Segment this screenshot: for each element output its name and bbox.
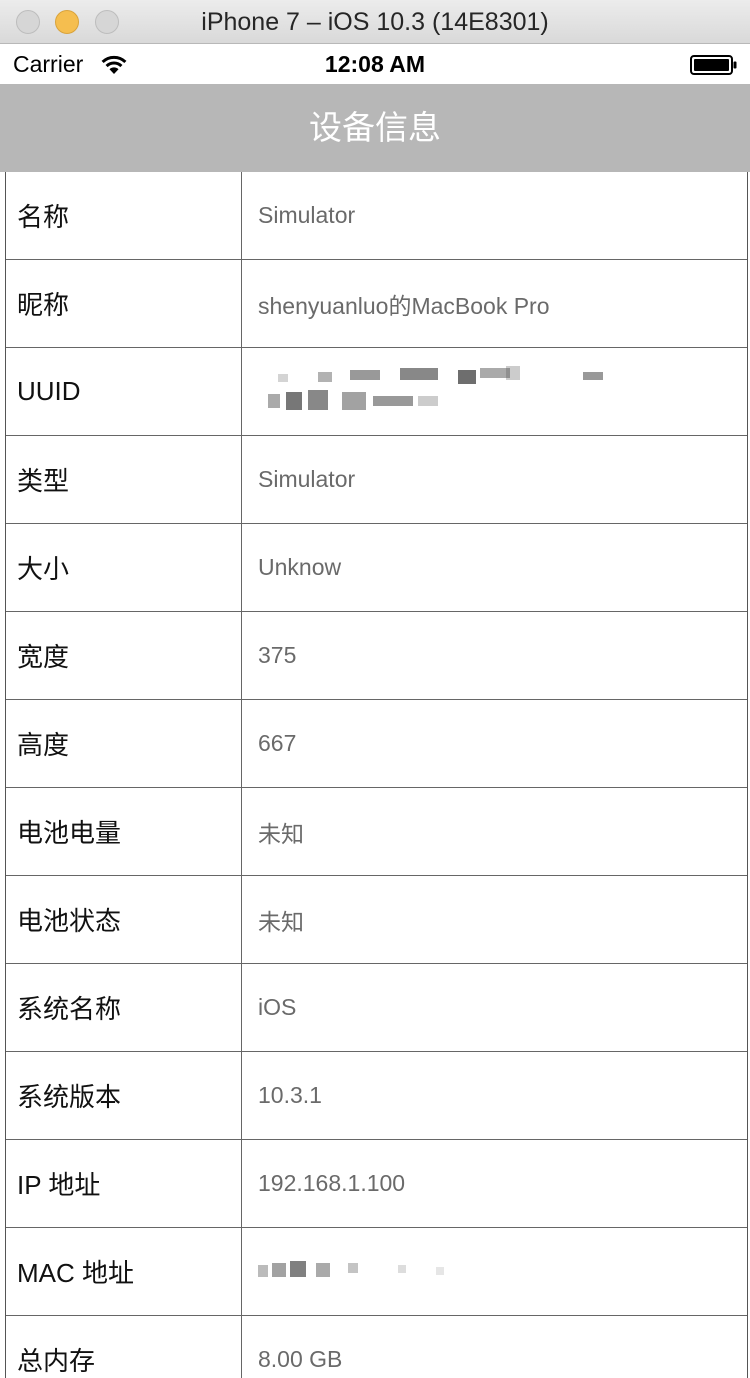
- row-value: Simulator: [258, 202, 356, 228]
- table-row-height[interactable]: 高度 667: [6, 700, 747, 788]
- table-row-type[interactable]: 类型 Simulator: [6, 436, 747, 524]
- row-label: 大小: [6, 524, 242, 611]
- row-value: 8.00 GB: [258, 1346, 343, 1372]
- table-row-size[interactable]: 大小 Unknow: [6, 524, 747, 612]
- page-title: 设备信息: [309, 109, 441, 146]
- battery-icon: [690, 55, 737, 75]
- row-label: 系统名称: [6, 964, 242, 1051]
- table-row-system-version[interactable]: 系统版本 10.3.1: [6, 1052, 747, 1140]
- navigation-bar: 设备信息: [0, 84, 750, 172]
- table-row-uuid[interactable]: UUID: [6, 348, 747, 436]
- row-value: 10.3.1: [258, 1082, 322, 1108]
- row-label: 电池电量: [6, 788, 242, 875]
- row-label: MAC 地址: [6, 1228, 242, 1315]
- table-row-battery-level[interactable]: 电池电量 未知: [6, 788, 747, 876]
- row-value: 未知: [258, 908, 304, 935]
- row-value: 375: [258, 642, 297, 668]
- table-row-total-memory[interactable]: 总内存 8.00 GB: [6, 1316, 747, 1378]
- row-value: 未知: [258, 820, 304, 847]
- row-value: iOS: [258, 994, 297, 1020]
- mac-value-redacted: [243, 1228, 747, 1315]
- simulator-window: iPhone 7 – iOS 10.3 (14E8301) Carrier 12…: [0, 0, 750, 1378]
- table-row-battery-state[interactable]: 电池状态 未知: [6, 876, 747, 964]
- status-bar: Carrier 12:08 AM: [0, 44, 750, 84]
- window-titlebar[interactable]: iPhone 7 – iOS 10.3 (14E8301): [0, 0, 750, 44]
- pixelated-redaction: [258, 362, 638, 422]
- pixelated-redaction: [258, 1257, 638, 1287]
- row-label: 系统版本: [6, 1052, 242, 1139]
- row-label: IP 地址: [6, 1140, 242, 1227]
- row-label: 宽度: [6, 612, 242, 699]
- table-row-width[interactable]: 宽度 375: [6, 612, 747, 700]
- window-title: iPhone 7 – iOS 10.3 (14E8301): [201, 8, 549, 36]
- table-row-name[interactable]: 名称 Simulator: [6, 172, 747, 260]
- status-time: 12:08 AM: [324, 51, 426, 77]
- row-label: 名称: [6, 172, 242, 259]
- table-row-ip-address[interactable]: IP 地址 192.168.1.100: [6, 1140, 747, 1228]
- row-label: 电池状态: [6, 876, 242, 963]
- table-row-nickname[interactable]: 昵称 shenyuanluo的MacBook Pro: [6, 260, 747, 348]
- row-value: Simulator: [258, 466, 356, 492]
- row-label: 高度: [6, 700, 242, 787]
- row-label: UUID: [6, 348, 242, 435]
- uuid-value-redacted: [243, 348, 747, 435]
- row-value: Unknow: [258, 554, 342, 580]
- table-row-mac-address[interactable]: MAC 地址: [6, 1228, 747, 1316]
- row-label: 类型: [6, 436, 242, 523]
- row-label: 总内存: [6, 1316, 242, 1378]
- table-row-system-name[interactable]: 系统名称 iOS: [6, 964, 747, 1052]
- row-value: 667: [258, 730, 297, 756]
- device-info-table[interactable]: 名称 Simulator 昵称 shenyuanluo的MacBook Pro …: [5, 172, 748, 1378]
- row-label: 昵称: [6, 260, 242, 347]
- row-value: shenyuanluo的MacBook Pro: [258, 292, 550, 319]
- row-value: 192.168.1.100: [258, 1170, 406, 1196]
